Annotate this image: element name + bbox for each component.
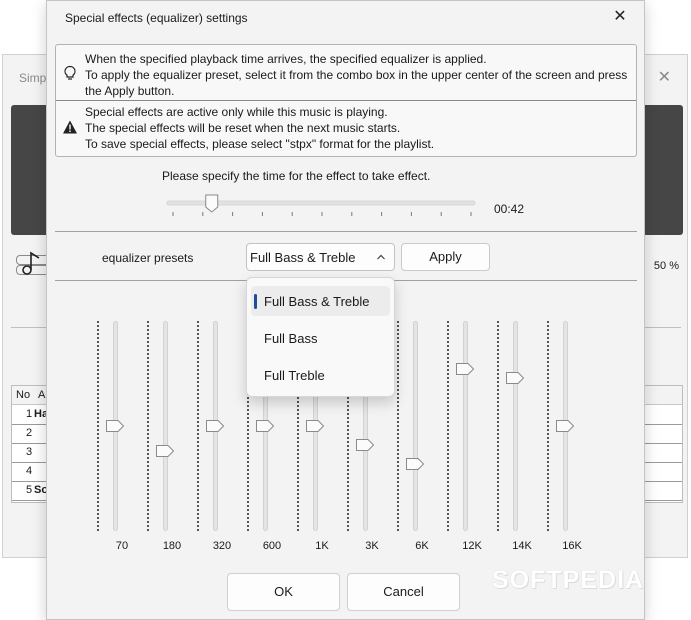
info-line: To apply the equalizer preset, select it… — [85, 68, 628, 82]
preset-combo-box[interactable]: Full Bass & Treble — [246, 243, 395, 271]
eq-slider-track[interactable] — [163, 321, 168, 531]
volume-percent: 50 % — [653, 260, 679, 272]
row-number: 3 — [26, 446, 33, 458]
ok-button[interactable]: OK — [227, 573, 340, 611]
eq-band-70: 70 — [97, 301, 147, 556]
eq-band-label: 1K — [315, 540, 329, 552]
time-slider-ticks — [172, 212, 472, 216]
eq-slider-thumb[interactable] — [356, 438, 374, 451]
eq-slider-thumb[interactable] — [506, 371, 524, 384]
eq-scale-dots — [547, 321, 551, 531]
time-slider-thumb[interactable] — [205, 194, 219, 213]
row-number: 5 — [26, 484, 33, 496]
background-window-title: Simpl — [19, 71, 50, 85]
time-slider[interactable] — [165, 191, 477, 217]
eq-slider-thumb[interactable] — [256, 420, 274, 432]
info-separator — [56, 100, 636, 101]
eq-band-label: 180 — [162, 540, 182, 552]
eq-band-label: 12K — [462, 540, 482, 552]
apply-button[interactable]: Apply — [401, 243, 490, 271]
info-line: Special effects are active only while th… — [85, 105, 388, 119]
row-number: 2 — [26, 427, 33, 439]
eq-slider-thumb[interactable] — [306, 420, 324, 432]
eq-scale-dots — [397, 321, 401, 531]
dropdown-option-full-bass[interactable]: Full Bass — [251, 323, 390, 353]
warning-icon — [63, 120, 77, 134]
dropdown-option-label: Full Treble — [264, 368, 325, 383]
music-note-icon — [22, 251, 40, 275]
eq-slider-track[interactable] — [413, 321, 418, 531]
eq-band-180: 180 — [147, 301, 197, 556]
eq-slider-track[interactable] — [463, 321, 468, 531]
eq-slider-thumb[interactable] — [156, 445, 174, 458]
eq-slider-thumb[interactable] — [406, 457, 424, 470]
eq-band-label: 16K — [562, 540, 582, 552]
selection-indicator — [254, 294, 257, 309]
row-number: 1 — [26, 408, 33, 420]
preset-dropdown-list[interactable]: Full Bass & Treble Full Bass Full Treble — [246, 277, 395, 397]
chevron-up-icon — [377, 254, 385, 260]
dropdown-option-label: Full Bass & Treble — [264, 294, 370, 309]
eq-band-16k: 16K — [547, 301, 597, 556]
info-line: the Apply button. — [85, 84, 175, 98]
separator — [55, 231, 637, 232]
eq-slider-thumb[interactable] — [106, 420, 124, 432]
preset-combo-value: Full Bass & Treble — [250, 250, 356, 265]
eq-slider-track[interactable] — [513, 321, 518, 531]
eq-band-label: 70 — [115, 540, 129, 552]
softpedia-watermark: SOFTPEDIA — [492, 566, 645, 594]
dropdown-option-full-bass-treble[interactable]: Full Bass & Treble — [251, 286, 390, 316]
eq-slider-thumb[interactable] — [206, 420, 224, 432]
info-line: The special effects will be reset when t… — [85, 121, 401, 135]
eq-band-label: 14K — [512, 540, 532, 552]
eq-band-label: 6K — [415, 540, 429, 552]
eq-band-label: 600 — [262, 540, 282, 552]
dialog-close-icon[interactable]: ✕ — [610, 7, 630, 27]
dropdown-option-label: Full Bass — [264, 331, 318, 346]
dialog-title: Special effects (equalizer) settings — [65, 11, 248, 25]
eq-band-6k: 6K — [397, 301, 447, 556]
eq-band-label: 3K — [365, 540, 379, 552]
eq-scale-dots — [497, 321, 501, 531]
eq-scale-dots — [147, 321, 151, 531]
row-number: 4 — [26, 465, 33, 477]
lightbulb-icon — [64, 65, 76, 80]
column-header-no: No — [16, 389, 31, 401]
eq-slider-thumb[interactable] — [556, 420, 574, 432]
info-box: When the specified playback time arrives… — [55, 44, 637, 157]
eq-scale-dots — [447, 321, 451, 531]
preset-label: equalizer presets — [102, 251, 194, 265]
eq-slider-thumb[interactable] — [456, 363, 474, 376]
equalizer-settings-dialog: Special effects (equalizer) settings ✕ W… — [46, 0, 645, 620]
eq-band-14k: 14K — [497, 301, 547, 556]
eq-band-320: 320 — [197, 301, 247, 556]
eq-band-label: 320 — [212, 540, 232, 552]
eq-band-12k: 12K — [447, 301, 497, 556]
time-value: 00:42 — [494, 202, 525, 216]
info-line: When the specified playback time arrives… — [85, 52, 487, 66]
dropdown-option-full-treble[interactable]: Full Treble — [251, 360, 390, 390]
time-label: Please specify the time for the effect t… — [162, 169, 431, 183]
eq-scale-dots — [97, 321, 101, 531]
cancel-button[interactable]: Cancel — [347, 573, 460, 611]
eq-scale-dots — [197, 321, 201, 531]
background-close-icon[interactable]: ✕ — [658, 67, 671, 87]
info-line: To save special effects, please select "… — [85, 137, 435, 151]
